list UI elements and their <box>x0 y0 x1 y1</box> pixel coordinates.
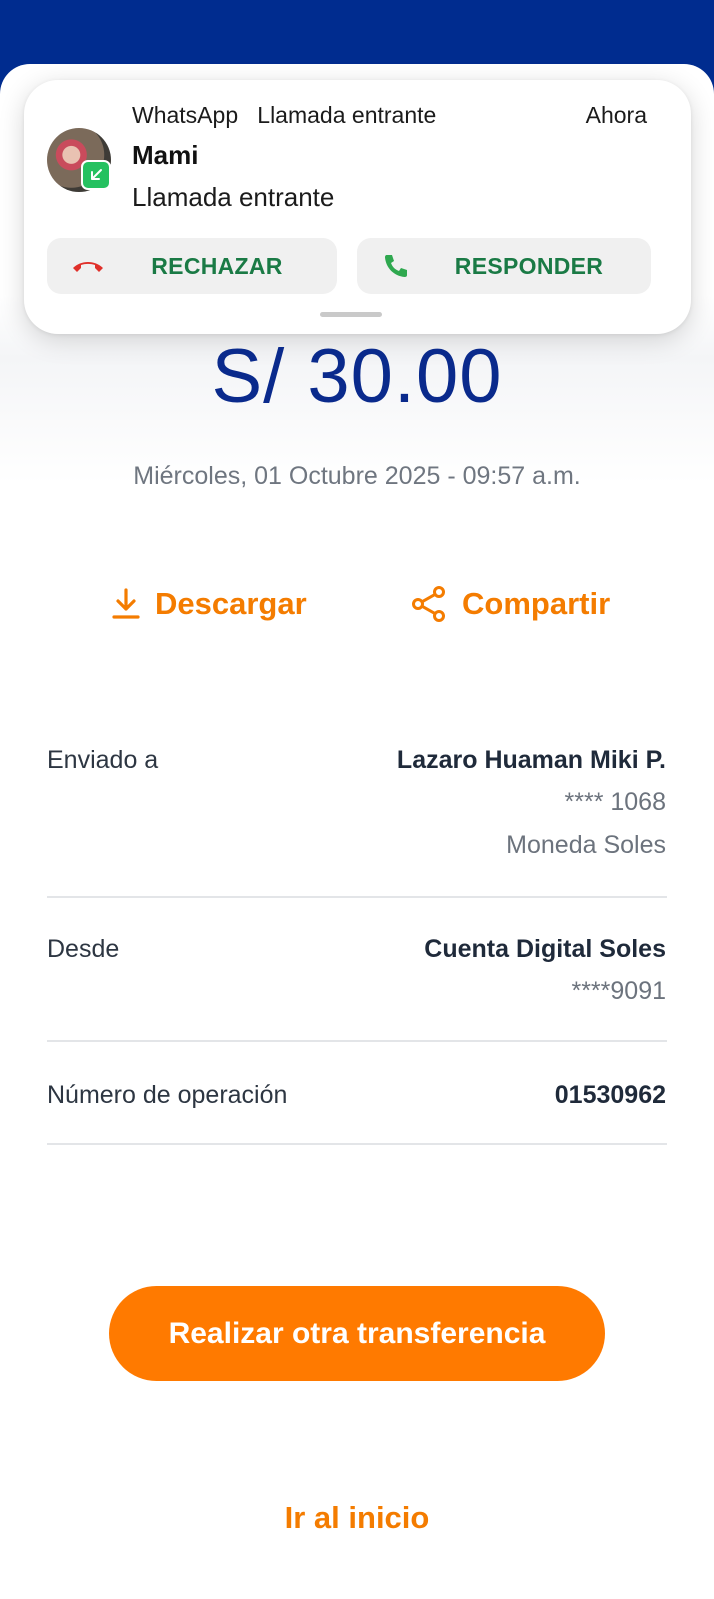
reject-label: RECHAZAR <box>151 252 283 279</box>
reject-call-button[interactable]: RECHAZAR <box>47 238 337 294</box>
divider <box>47 1040 667 1042</box>
share-icon <box>412 586 445 622</box>
recipient-account: **** 1068 <box>564 788 666 816</box>
notification-message: Llamada entrante <box>132 182 335 212</box>
incoming-call-notification[interactable]: WhatsApp Llamada entrante Ahora Mami Lla… <box>24 80 691 334</box>
drag-handle[interactable] <box>320 312 382 317</box>
answer-label: RESPONDER <box>454 252 604 279</box>
divider <box>47 896 667 898</box>
caller-name: Mami <box>132 140 199 170</box>
sent-to-label: Enviado a <box>47 746 159 774</box>
download-icon <box>112 588 140 619</box>
notification-time: Ahora <box>585 102 647 128</box>
source-account-name: Cuenta Digital Soles <box>424 935 666 963</box>
share-button[interactable]: Compartir <box>410 580 610 628</box>
answer-call-button[interactable]: RESPONDER <box>357 238 651 294</box>
notification-header: WhatsApp Llamada entrante <box>132 102 436 129</box>
notification-type: Llamada entrante <box>257 102 437 128</box>
incoming-call-icon <box>81 160 111 190</box>
operation-number: 01530962 <box>554 1081 666 1109</box>
notification-app-name: WhatsApp <box>132 102 239 128</box>
from-label: Desde <box>47 935 120 963</box>
divider <box>47 1143 667 1145</box>
operation-number-label: Número de operación <box>47 1081 288 1109</box>
transfer-datetime: Miércoles, 01 Octubre 2025 - 09:57 a.m. <box>133 462 581 490</box>
download-label: Descargar <box>155 586 307 621</box>
download-button[interactable]: Descargar <box>111 580 307 628</box>
transfer-amount: S/ 30.00 <box>211 334 503 419</box>
new-transfer-button[interactable]: Realizar otra transferencia <box>109 1286 605 1381</box>
go-home-link[interactable]: Ir al inicio <box>0 1500 714 1536</box>
recipient-currency: Moneda Soles <box>506 831 666 859</box>
source-account-number: ****9091 <box>571 977 666 1005</box>
recipient-name: Lazaro Huaman Miki P. <box>396 746 666 774</box>
share-label: Compartir <box>462 586 611 621</box>
